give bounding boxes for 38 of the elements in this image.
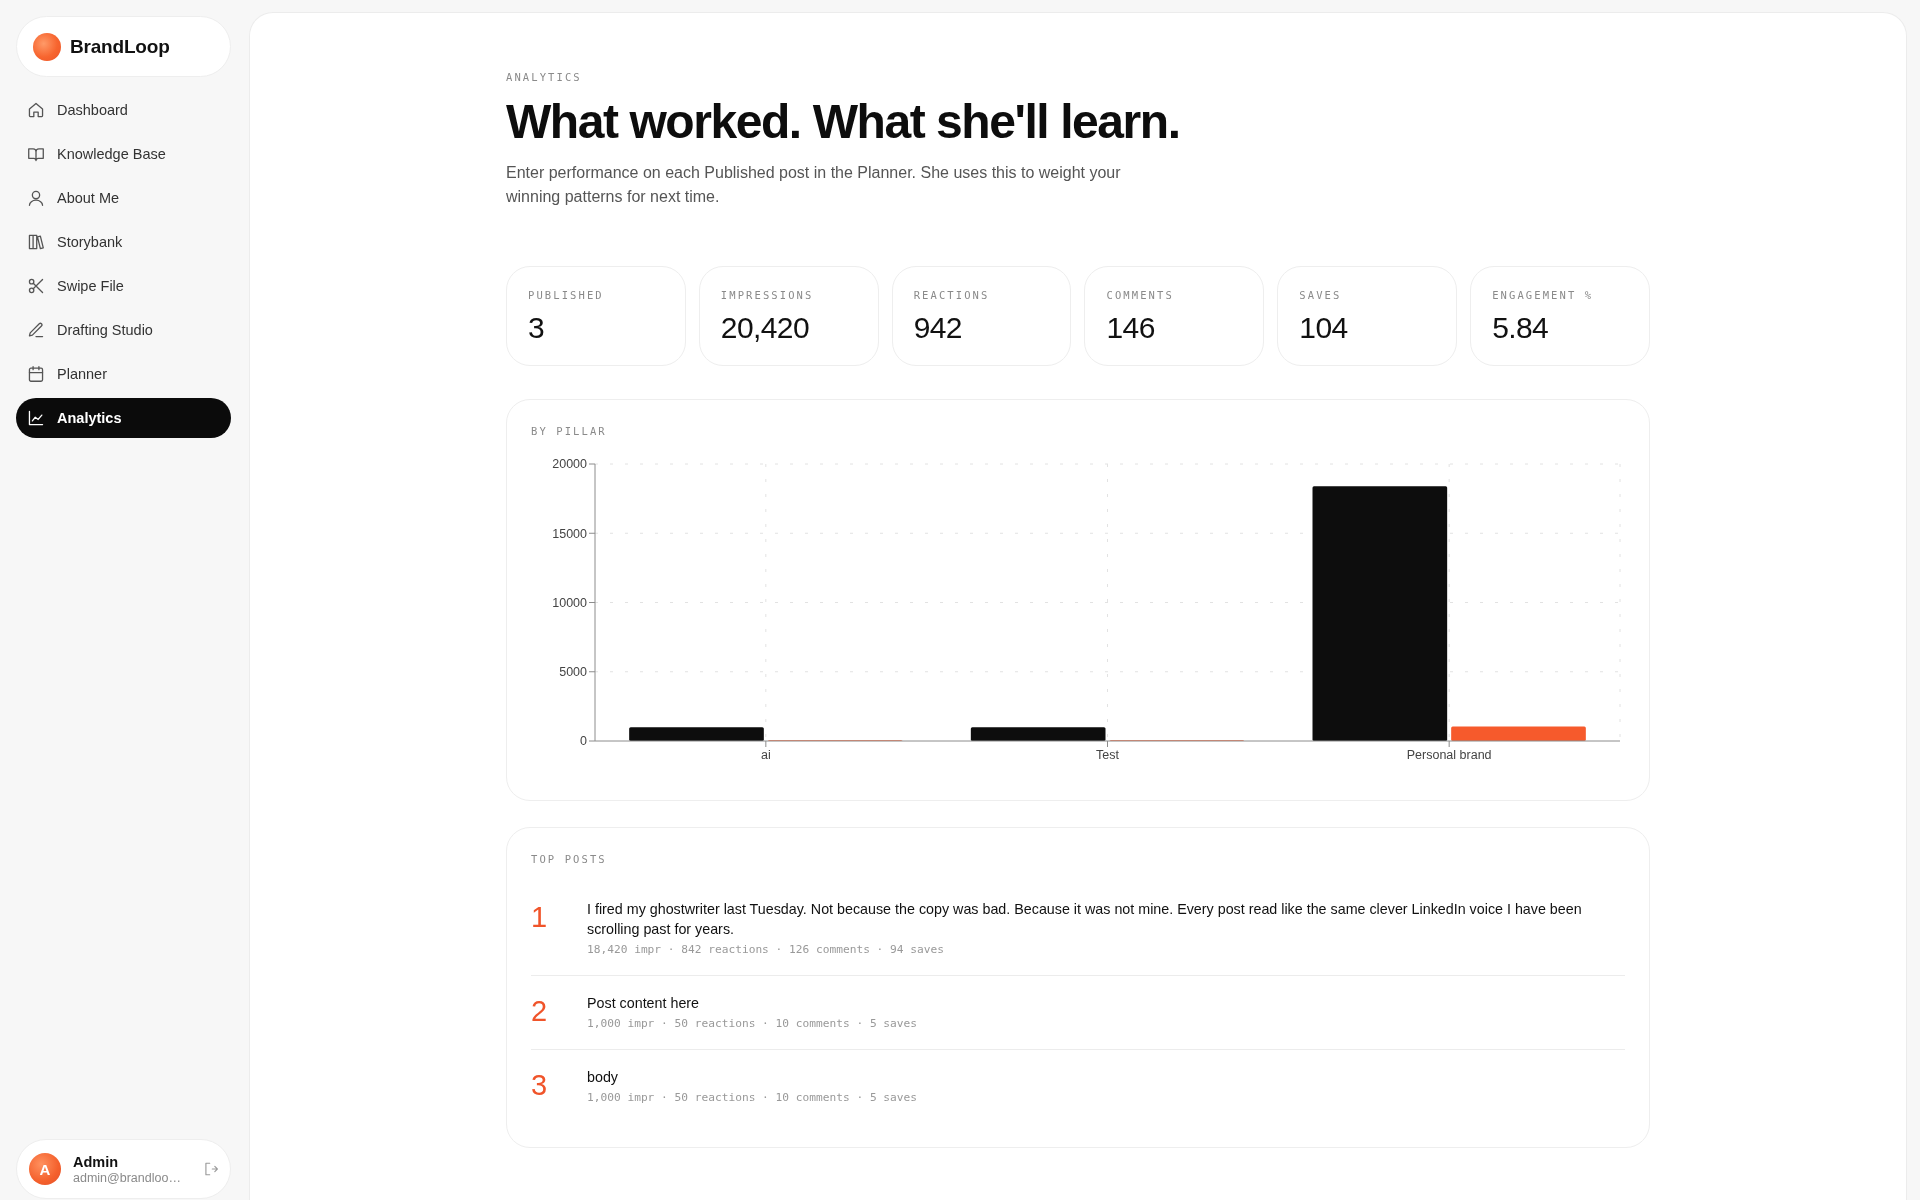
post-stats: 18,420 impr · 842 reactions · 126 comments · 94 saves	[587, 942, 945, 958]
stat-label: ENGAGEMENT %	[1492, 288, 1595, 302]
user-email: admin@brandloo…	[73, 1170, 181, 1185]
stat-value: 104	[1299, 310, 1349, 346]
stat-value: 146	[1106, 310, 1156, 346]
stat-label: SAVES	[1299, 288, 1343, 302]
section-title: TOP POSTS	[531, 852, 608, 866]
user-name: Admin	[73, 1153, 120, 1170]
post-stats: 1,000 impr · 50 reactions · 10 comments · 5 saves	[587, 1016, 919, 1032]
axis-label: 15000	[552, 526, 587, 541]
stat-value: 3	[528, 310, 546, 346]
avatar: A	[29, 1153, 61, 1185]
post-rank: 2	[531, 994, 548, 1029]
axis-label: 5000	[559, 665, 587, 680]
axis-label: Personal brand	[1406, 748, 1492, 762]
axis-label: ai	[760, 748, 771, 762]
post-rank: 3	[531, 1068, 548, 1103]
stat-value: 5.84	[1492, 310, 1550, 346]
brand-name: BrandLoop	[70, 35, 170, 58]
page-title: What worked. What she'll learn.	[506, 95, 1181, 149]
stat-label: IMPRESSIONS	[720, 288, 815, 302]
post-rank: 1	[531, 900, 548, 935]
stat-label: COMMENTS	[1106, 288, 1175, 302]
post-text: I fired my ghostwriter last Tuesday. Not because the copy was bad. Because it was not mine. Every post read like the same clever LinkedIn voice I have been scrolling past for years.	[587, 900, 1583, 939]
post-stats: 1,000 impr · 50 reactions · 10 comments · 5 saves	[587, 1090, 919, 1106]
post-text: body	[587, 1068, 619, 1087]
page-description: Enter performance on each Published post in the Planner. She uses this to weight your winning patterns for next time.	[506, 163, 1122, 207]
page-eyebrow: ANALYTICS	[506, 70, 583, 84]
chart-title: BY PILLAR	[531, 424, 608, 438]
stat-label: REACTIONS	[913, 288, 991, 302]
axis-label: 0	[580, 734, 587, 749]
axis-label: Test	[1096, 748, 1119, 762]
stat-value: 942	[913, 310, 963, 346]
stat-label: PUBLISHED	[528, 288, 605, 302]
post-text: Post content here	[587, 994, 701, 1013]
stat-value: 20,420	[720, 310, 810, 346]
axis-label: 10000	[552, 595, 587, 610]
axis-label: 20000	[552, 457, 587, 472]
